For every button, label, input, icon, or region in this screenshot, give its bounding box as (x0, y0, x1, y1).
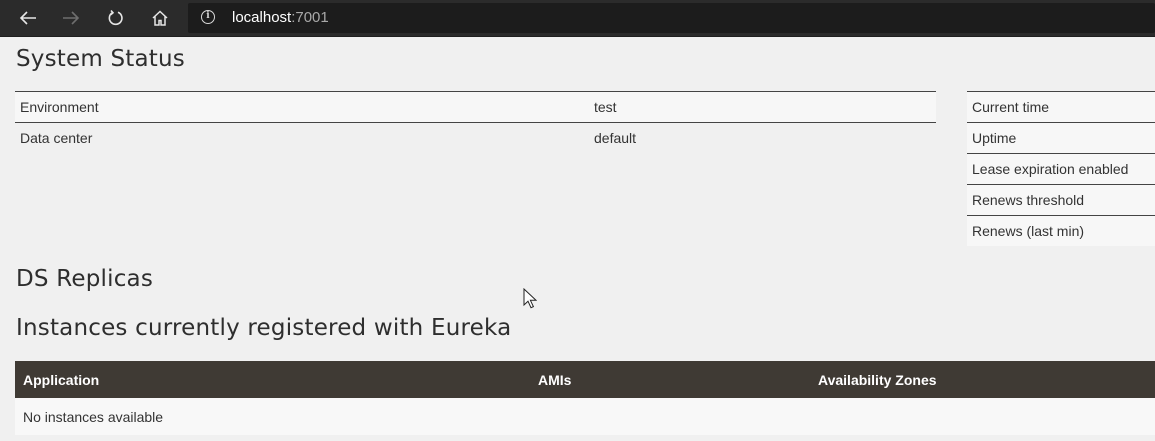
info-label: Renews (last min) (967, 215, 1155, 246)
system-status-table: Environment test Data center default (15, 91, 936, 153)
column-header-availability-zones: Availability Zones (810, 361, 1155, 398)
url-host: localhost (232, 9, 292, 26)
status-value: test (589, 91, 936, 123)
empty-message: No instances available (15, 398, 1155, 435)
table-row: Renews threshold (967, 184, 1155, 216)
home-button[interactable] (138, 0, 182, 36)
table-header-row: Application AMIs Availability Zones (15, 361, 1155, 398)
table-row: Renews (last min) (967, 215, 1155, 246)
table-row: No instances available (15, 398, 1155, 435)
home-icon (152, 10, 168, 26)
status-label: Data center (15, 122, 589, 153)
forward-button[interactable] (49, 0, 93, 36)
table-row: Uptime (967, 122, 1155, 154)
info-label: Uptime (967, 122, 1155, 154)
table-row: Current time (967, 91, 1155, 123)
url-port: :7001 (291, 9, 329, 26)
back-button[interactable] (6, 0, 50, 36)
instances-table: Application AMIs Availability Zones No i… (15, 361, 1155, 435)
site-info-icon[interactable]: i (201, 10, 215, 24)
refresh-button[interactable] (94, 0, 138, 36)
system-status-heading: System Status (16, 46, 185, 72)
table-row: Lease expiration enabled (967, 153, 1155, 185)
column-header-application: Application (15, 361, 530, 398)
mouse-cursor-icon (523, 288, 537, 309)
info-label: Lease expiration enabled (967, 153, 1155, 185)
url-text: localhost:7001 (232, 9, 329, 26)
info-label: Current time (967, 91, 1155, 123)
column-header-amis: AMIs (530, 361, 810, 398)
browser-toolbar: i localhost:7001 (0, 0, 1155, 37)
info-label: Renews threshold (967, 184, 1155, 216)
arrow-left-icon (19, 11, 36, 25)
status-label: Environment (15, 91, 589, 123)
arrow-right-icon (63, 11, 80, 25)
address-bar[interactable]: i localhost:7001 (188, 3, 1155, 33)
instances-heading: Instances currently registered with Eure… (16, 315, 512, 341)
ds-replicas-heading: DS Replicas (16, 266, 154, 292)
table-row: Environment test (15, 91, 936, 123)
table-row: Data center default (15, 122, 936, 153)
refresh-icon (108, 9, 123, 26)
system-info-table: Current time Uptime Lease expiration ena… (967, 91, 1155, 246)
status-value: default (589, 122, 936, 153)
